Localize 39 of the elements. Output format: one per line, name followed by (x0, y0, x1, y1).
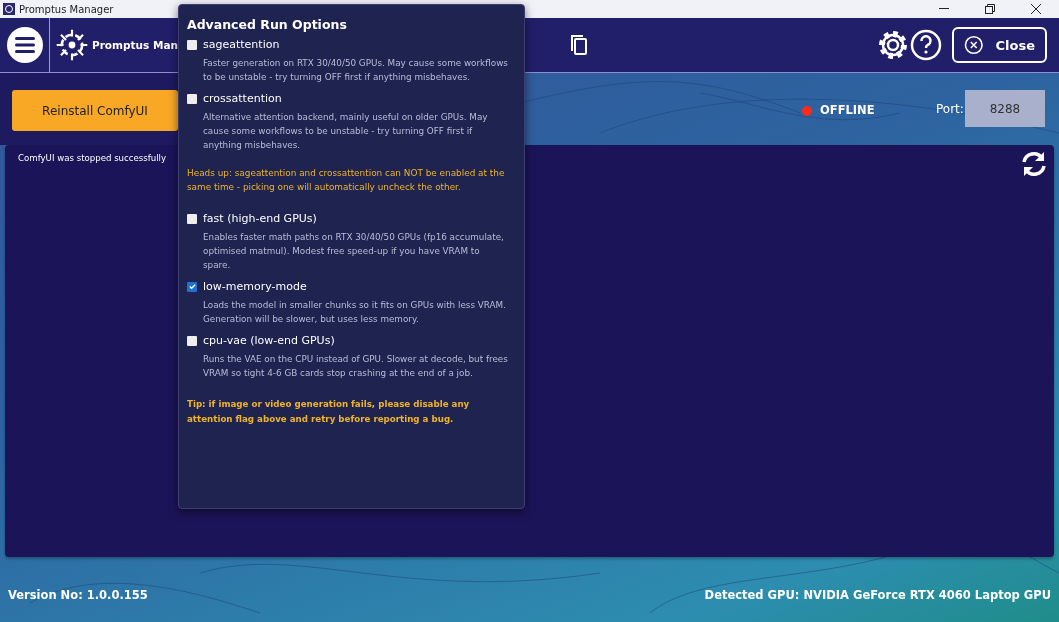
menu-icon (15, 36, 35, 54)
option-description: Faster generation on RTX 30/40/50 GPUs. May cause some workflows to be unstable - try turning OFF first if anything misbehaves. (203, 57, 509, 84)
option-label[interactable]: cpu-vae (low-end GPUs) (203, 334, 335, 347)
app-icon (3, 3, 15, 15)
popup-title: Advanced Run Options (187, 17, 347, 32)
version-text: Version No: 1.0.0.155 (8, 588, 148, 602)
option-label[interactable]: crossattention (203, 92, 282, 105)
tip-text: Tip: if image or video generation fails, please disable any attention flag above and retry before reporting a bug. (187, 398, 471, 426)
app-name: Promptus Man (92, 39, 178, 51)
window-title: Promptus Manager (19, 3, 115, 15)
menu-button[interactable] (7, 27, 43, 63)
refresh-icon[interactable] (1020, 150, 1048, 178)
server-status: OFFLINE (820, 103, 875, 117)
status-message: ComfyUI was stopped successfully (18, 153, 167, 163)
checkbox[interactable] (187, 93, 197, 104)
restore-icon[interactable] (985, 4, 995, 14)
checkbox[interactable] (187, 335, 197, 346)
port-field[interactable]: 8288 (965, 90, 1045, 127)
option-description: Runs the VAE on the CPU instead of GPU. Slower at decode, but frees VRAM so tight 4-6 GB cards stop crashing at the end of a job. (203, 353, 509, 380)
option-description: Enables faster math paths on RTX 30/40/50 GPUs (fp16 accumulate, optimised matmul). Modest free speed-up if you have VRAM to spare. (203, 231, 505, 272)
option-label[interactable]: fast (high-end GPUs) (203, 212, 317, 225)
option-description: Loads the model in smaller chunks so it fits on GPUs with less VRAM. Generation will be slower, but uses less memory. (203, 299, 507, 326)
logo-icon (54, 28, 90, 62)
checkbox[interactable] (187, 213, 197, 224)
gpu-text: Detected GPU: NVIDIA GeForce RTX 4060 Laptop GPU (704, 588, 1051, 602)
port-label: Port: (936, 102, 964, 116)
help-icon[interactable] (910, 29, 942, 61)
option-description: Alternative attention backend, mainly useful on older GPUs. May cause some workflows to be unstable - try turning OFF first if anything misbehaves. (203, 111, 489, 152)
close-circle-icon (964, 35, 984, 55)
option-label[interactable]: low-memory-mode (203, 280, 307, 293)
minimize-icon[interactable] (939, 8, 949, 10)
reinstall-button[interactable]: Reinstall ComfyUI (12, 90, 178, 131)
checkbox[interactable] (187, 39, 197, 50)
close-button[interactable]: Close (952, 27, 1047, 63)
warning-note: Heads up: sageattention and crossattention can NOT be enabled at the same time - picking one will automatically uncheck the other. (187, 167, 506, 194)
close-icon[interactable] (1031, 4, 1041, 14)
option-label[interactable]: sageattention (203, 38, 280, 51)
settings-icon[interactable] (876, 28, 910, 62)
checkbox[interactable] (187, 281, 197, 292)
